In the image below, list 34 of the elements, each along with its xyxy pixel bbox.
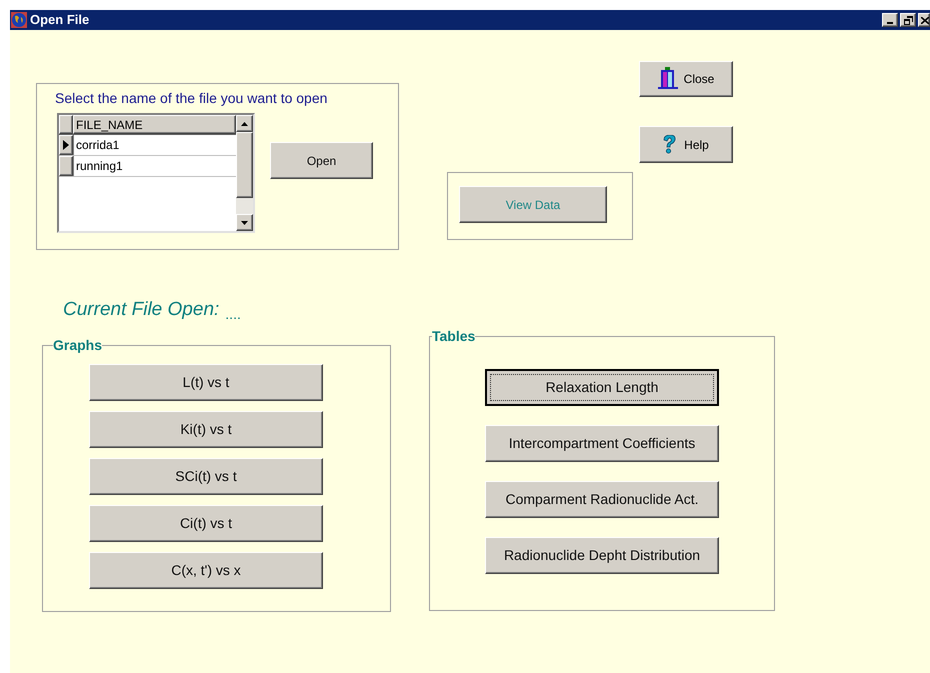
close-icon [921,16,929,24]
graph-button[interactable]: Ci(t) vs t [89,504,323,542]
file-prompt: Select the name of the file you want to open [55,89,328,108]
close-button[interactable]: Close [639,61,733,97]
globe-icon [11,12,27,28]
window-title: Open File [30,11,90,30]
table-button[interactable]: Comparment Radionuclide Act. [485,480,719,518]
graph-button[interactable]: SCi(t) vs t [89,458,323,494]
graph-button[interactable]: Ki(t) vs t [89,410,323,448]
table-button[interactable]: Relaxation Length [485,368,719,406]
graph-button[interactable]: C(x, t') vs x [89,552,323,588]
restore-icon [904,16,912,24]
door-icon [658,67,678,91]
help-button[interactable]: Help [639,126,733,163]
current-file-label: Current File Open: [63,298,220,322]
minimize-icon [887,22,893,24]
scroll-up-icon [241,122,248,126]
question-mark-icon [663,135,676,154]
graphs-title: Graphs [53,336,102,355]
scroll-down-icon [241,220,248,224]
tables-title: Tables [432,326,476,346]
open-button[interactable]: Open [270,142,373,179]
current-file-value: .... [225,304,241,324]
row-pointer-icon [63,140,69,150]
row-indicator[interactable] [59,135,73,155]
close-window-button[interactable] [918,13,930,27]
graph-button[interactable]: L(t) vs t [89,364,323,400]
row-indicator[interactable] [59,156,73,176]
table-button[interactable]: Radionuclide Depht Distribution [485,536,719,574]
table-button[interactable]: Intercompartment Coefficients [485,424,719,462]
restore-button[interactable] [900,13,916,27]
minimize-button[interactable] [882,13,898,27]
column-header[interactable]: FILE_NAME [73,115,236,134]
scrollbar[interactable] [236,115,253,231]
